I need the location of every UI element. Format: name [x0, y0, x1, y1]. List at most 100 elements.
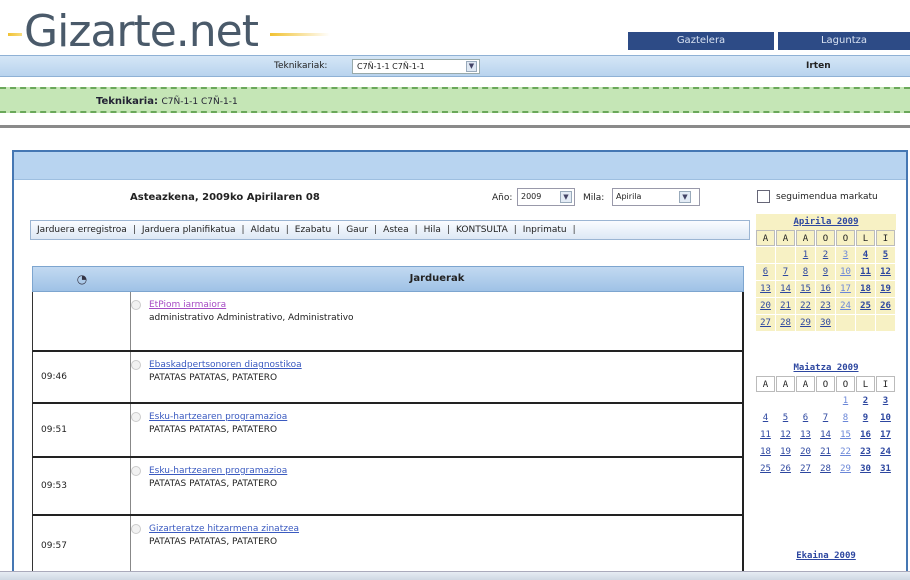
- calendar-month-title[interactable]: Maiatza 2009: [756, 360, 896, 376]
- logout-link[interactable]: Irten: [806, 61, 831, 71]
- calendar-day[interactable]: 4: [756, 410, 775, 426]
- calendar-day[interactable]: 7: [776, 264, 795, 280]
- calendar-day[interactable]: 25: [856, 298, 875, 314]
- chevron-down-icon[interactable]: ▼: [560, 191, 572, 203]
- calendar-day[interactable]: 6: [796, 410, 815, 426]
- calendar-day[interactable]: 12: [776, 427, 795, 443]
- today-button[interactable]: Gaur: [346, 225, 368, 235]
- technician-banner: Teknikaria: C7Ñ-1-1 C7Ñ-1-1: [0, 87, 910, 113]
- activity-client: PATATAS PATATAS, PATATERO: [149, 537, 278, 547]
- calendar-day[interactable]: 15: [796, 281, 815, 297]
- calendar-day[interactable]: 6: [756, 264, 775, 280]
- action-toolbar: Jarduera erregistroa | Jarduera planifikat…: [30, 220, 750, 240]
- calendar-day[interactable]: 3: [876, 393, 895, 409]
- chevron-down-icon[interactable]: ▼: [466, 61, 477, 72]
- calendar-day[interactable]: 29: [796, 315, 815, 331]
- query-button[interactable]: KONTSULTA: [456, 225, 508, 235]
- register-activity-button[interactable]: Jarduera erregistroa: [37, 225, 127, 235]
- calendar-day[interactable]: 8: [836, 410, 855, 426]
- follow-up-toggle[interactable]: seguimendua markatu: [757, 190, 878, 203]
- calendar-day[interactable]: 25: [756, 461, 775, 477]
- calendar-day[interactable]: 24: [836, 298, 855, 314]
- calendar-day[interactable]: 19: [776, 444, 795, 460]
- calendar-day[interactable]: 13: [796, 427, 815, 443]
- print-button[interactable]: Inprimatu: [523, 225, 567, 235]
- calendar-day[interactable]: 23: [856, 444, 875, 460]
- calendar-day[interactable]: 18: [856, 281, 875, 297]
- calendar-day[interactable]: 1: [796, 247, 815, 263]
- planned-activity-button[interactable]: Jarduera planifikatua: [142, 225, 236, 235]
- activity-time: 09:53: [33, 458, 131, 514]
- calendar-day[interactable]: 9: [816, 264, 835, 280]
- calendar-day[interactable]: 22: [796, 298, 815, 314]
- calendar-day[interactable]: 27: [756, 315, 775, 331]
- calendar-day[interactable]: 5: [876, 247, 895, 263]
- activity-link[interactable]: Gizarteratze hitzarmena zinatzea: [149, 524, 742, 534]
- month-select[interactable]: Apirila ▼: [612, 188, 700, 206]
- delete-button[interactable]: Ezabatu: [295, 225, 331, 235]
- calendar-day[interactable]: 11: [856, 264, 875, 280]
- calendar-day[interactable]: 2: [816, 247, 835, 263]
- calendar-day[interactable]: 8: [796, 264, 815, 280]
- calendar-day[interactable]: 14: [816, 427, 835, 443]
- activity-link[interactable]: Esku-hartzearen programazioa: [149, 412, 742, 422]
- chevron-down-icon[interactable]: ▼: [679, 191, 691, 203]
- calendar-day[interactable]: 11: [756, 427, 775, 443]
- weekday-header: O: [836, 230, 855, 246]
- calendar-day[interactable]: 10: [836, 264, 855, 280]
- calendar-day[interactable]: 31: [876, 461, 895, 477]
- calendar-day[interactable]: 3: [836, 247, 855, 263]
- calendar-day[interactable]: 7: [816, 410, 835, 426]
- calendar-day[interactable]: 27: [796, 461, 815, 477]
- help-link[interactable]: Laguntza: [778, 32, 910, 50]
- year-select-value: 2009: [521, 192, 542, 201]
- calendar-day[interactable]: 1: [836, 393, 855, 409]
- calendar-day[interactable]: 29: [836, 461, 855, 477]
- calendar-day[interactable]: 9: [856, 410, 875, 426]
- calendar-day[interactable]: 13: [756, 281, 775, 297]
- activity-link[interactable]: Ebaskadpertsonoren diagnostikoa: [149, 360, 742, 370]
- calendar-day[interactable]: 4: [856, 247, 875, 263]
- calendar-day[interactable]: 20: [796, 444, 815, 460]
- calendar-day[interactable]: 30: [816, 315, 835, 331]
- calendar-day[interactable]: 17: [836, 281, 855, 297]
- follow-up-checkbox[interactable]: [757, 190, 770, 203]
- calendar-grid: A A A O O L I 1 2 3 4 5 6 7 8 9 10 11 12 13 14 15 16 17 18 19 20 21…: [756, 376, 896, 477]
- calendar-day[interactable]: 15: [836, 427, 855, 443]
- calendar-day[interactable]: 26: [876, 298, 895, 314]
- calendar-day[interactable]: 21: [816, 444, 835, 460]
- calendar-day[interactable]: 24: [876, 444, 895, 460]
- calendar-day[interactable]: 14: [776, 281, 795, 297]
- mini-calendar: Maiatza 2009 A A A O O L I 1 2 3 4 5 6 7 8 9 10 11 12 13 14 15…: [756, 360, 896, 477]
- technician-select[interactable]: C7Ñ-1-1 C7Ñ-1-1 ▼: [352, 59, 480, 74]
- week-button[interactable]: Astea: [383, 225, 408, 235]
- horizontal-scrollbar[interactable]: [0, 571, 910, 580]
- calendar-day[interactable]: 28: [776, 315, 795, 331]
- calendar-day[interactable]: 21: [776, 298, 795, 314]
- calendar-day[interactable]: 18: [756, 444, 775, 460]
- activity-link[interactable]: EtPiom iarmaiora: [149, 300, 742, 310]
- calendar-day[interactable]: 5: [776, 410, 795, 426]
- calendar-day[interactable]: 30: [856, 461, 875, 477]
- calendar-day[interactable]: 10: [876, 410, 895, 426]
- logo-accent-right: [270, 33, 330, 36]
- calendar-day[interactable]: 16: [816, 281, 835, 297]
- language-link[interactable]: Gaztelera: [628, 32, 774, 50]
- calendar-day[interactable]: 17: [876, 427, 895, 443]
- calendar-day[interactable]: 28: [816, 461, 835, 477]
- technician-bar: Teknikariak: C7Ñ-1-1 C7Ñ-1-1 ▼ Irten: [0, 55, 910, 77]
- calendar-month-title[interactable]: Apirila 2009: [756, 214, 896, 230]
- month-button[interactable]: Hila: [424, 225, 441, 235]
- calendar-day[interactable]: 16: [856, 427, 875, 443]
- calendar-day[interactable]: 20: [756, 298, 775, 314]
- calendar-month-title[interactable]: Ekaina 2009: [756, 548, 896, 564]
- calendar-day[interactable]: 22: [836, 444, 855, 460]
- calendar-day[interactable]: 23: [816, 298, 835, 314]
- activity-link[interactable]: Esku-hartzearen programazioa: [149, 466, 742, 476]
- calendar-day[interactable]: 2: [856, 393, 875, 409]
- year-select[interactable]: 2009 ▼: [517, 188, 575, 206]
- edit-button[interactable]: Aldatu: [251, 225, 280, 235]
- calendar-day[interactable]: 12: [876, 264, 895, 280]
- calendar-day[interactable]: 19: [876, 281, 895, 297]
- calendar-day[interactable]: 26: [776, 461, 795, 477]
